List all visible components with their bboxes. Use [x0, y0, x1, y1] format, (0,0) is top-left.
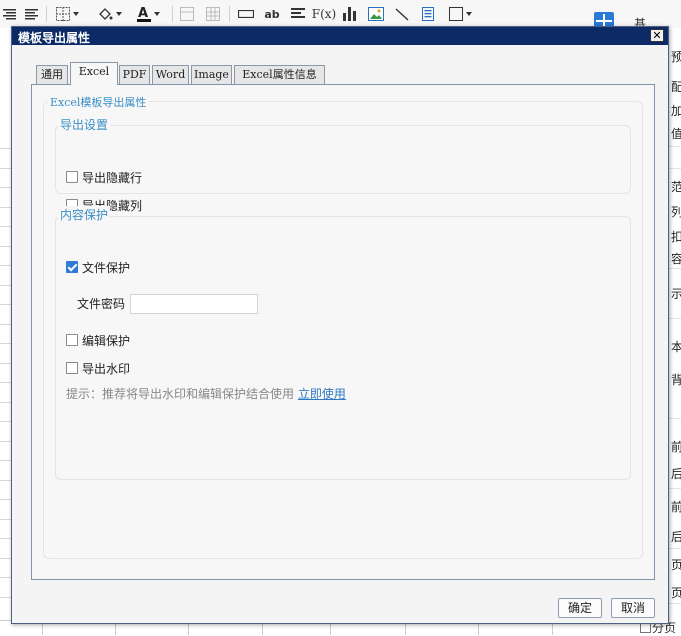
watermark-hint-text: 提示：推荐将导出水印和编辑保护结合使用: [66, 387, 295, 401]
paragraph-icon[interactable]: [288, 4, 308, 24]
split-cells-icon: [204, 4, 222, 24]
tab-image[interactable]: Image: [191, 65, 232, 84]
panel-divider: [668, 418, 681, 419]
export-properties-dialog: 模板导出属性 ✕ 通用 Excel PDF Word Image Excel属性…: [11, 26, 669, 624]
panel-divider: [668, 548, 681, 549]
export-hidden-rows-label[interactable]: 导出隐藏行: [82, 169, 142, 186]
bar-chart-icon[interactable]: [340, 4, 360, 24]
file-password-label: 文件密码: [77, 297, 126, 311]
panel-label-fragment: 加: [671, 102, 681, 119]
tab-word[interactable]: Word: [152, 65, 189, 84]
align-left-icon[interactable]: [2, 4, 18, 24]
toolbar-separator: [172, 6, 173, 22]
panel-label-fragment: 容: [671, 250, 681, 267]
ok-button[interactable]: 确定: [558, 598, 602, 618]
close-button[interactable]: ✕: [650, 29, 664, 42]
panel-divider: [668, 488, 681, 489]
export-settings-title: 导出设置: [58, 116, 111, 133]
export-hidden-rows-checkbox[interactable]: [66, 171, 78, 183]
tab-general[interactable]: 通用: [36, 65, 68, 84]
toolbar-separator: [46, 6, 47, 22]
panel-label-fragment: 扣: [671, 228, 681, 245]
panel-label-fragment: 列: [671, 203, 681, 220]
tab-pdf[interactable]: PDF: [119, 65, 150, 84]
image-icon[interactable]: [366, 4, 386, 24]
file-protect-label[interactable]: 文件保护: [82, 259, 130, 276]
panel-label-fragment: 示: [671, 285, 681, 302]
edit-protect-label[interactable]: 编辑保护: [82, 332, 130, 349]
align-right-icon[interactable]: [24, 4, 40, 24]
panel-label-fragment: 页: [671, 556, 681, 573]
excel-template-export-title: Excel模板导出属性: [48, 94, 149, 110]
panel-label-fragment: 本: [671, 338, 681, 355]
content-protection-title: 内容保护: [58, 206, 111, 223]
panel-label-fragment: 后: [671, 465, 681, 482]
panel-divider: [668, 268, 681, 269]
dialog-title: 模板导出属性: [18, 31, 91, 45]
merge-cells-icon: [178, 4, 196, 24]
border-icon[interactable]: [446, 4, 474, 24]
panel-label-fragment: 背: [671, 371, 681, 388]
export-watermark-checkbox[interactable]: [66, 362, 78, 374]
excel-tab-panel: Excel模板导出属性 导出设置 导出隐藏行 导出隐藏列 内容保护 文件保护 文…: [31, 84, 655, 580]
panel-divider: [668, 603, 681, 604]
export-watermark-label[interactable]: 导出水印: [82, 360, 130, 377]
watermark-hint: 提示：推荐将导出水印和编辑保护结合使用 立即使用: [66, 385, 346, 402]
panel-label-fragment: 值: [671, 125, 681, 142]
use-now-link[interactable]: 立即使用: [298, 387, 346, 401]
property-panel: 预配加值范列扣容示本背前后前后页页: [667, 28, 681, 634]
font-color-icon[interactable]: A: [133, 4, 163, 24]
panel-divider: [668, 318, 681, 319]
panel-label-fragment: 预: [671, 48, 681, 65]
svg-text:A: A: [138, 6, 148, 21]
edit-protect-checkbox[interactable]: [66, 334, 78, 346]
tab-excel-properties[interactable]: Excel属性信息: [234, 65, 325, 84]
panel-label-fragment: 页: [671, 584, 681, 601]
toolbar-separator: [229, 6, 230, 22]
slash-icon[interactable]: [392, 4, 412, 24]
panel-label-fragment: 范: [671, 178, 681, 195]
panel-label-fragment: 前: [671, 498, 681, 515]
panel-label-fragment: 前: [671, 438, 681, 455]
panel-label-fragment: 后: [671, 528, 681, 545]
dialog-titlebar[interactable]: 模板导出属性 ✕: [12, 27, 668, 45]
fill-bucket-icon[interactable]: [94, 4, 124, 24]
border-grid-icon[interactable]: [54, 4, 80, 24]
cancel-button[interactable]: 取消: [611, 598, 655, 618]
file-protect-checkbox[interactable]: [66, 261, 78, 273]
text-field-icon[interactable]: [236, 4, 256, 24]
panel-label-fragment: 配: [671, 78, 681, 95]
formula-icon[interactable]: F(x): [312, 4, 336, 24]
main-toolbar: A ab F(x): [0, 0, 681, 29]
panel-divider: [668, 146, 681, 147]
panel-divider: [668, 168, 681, 169]
content-protection-group: [55, 216, 631, 480]
text-ab-icon[interactable]: ab: [262, 4, 282, 24]
file-password-input[interactable]: [130, 294, 258, 314]
tab-excel[interactable]: Excel: [70, 62, 118, 85]
form-icon[interactable]: [418, 4, 438, 24]
